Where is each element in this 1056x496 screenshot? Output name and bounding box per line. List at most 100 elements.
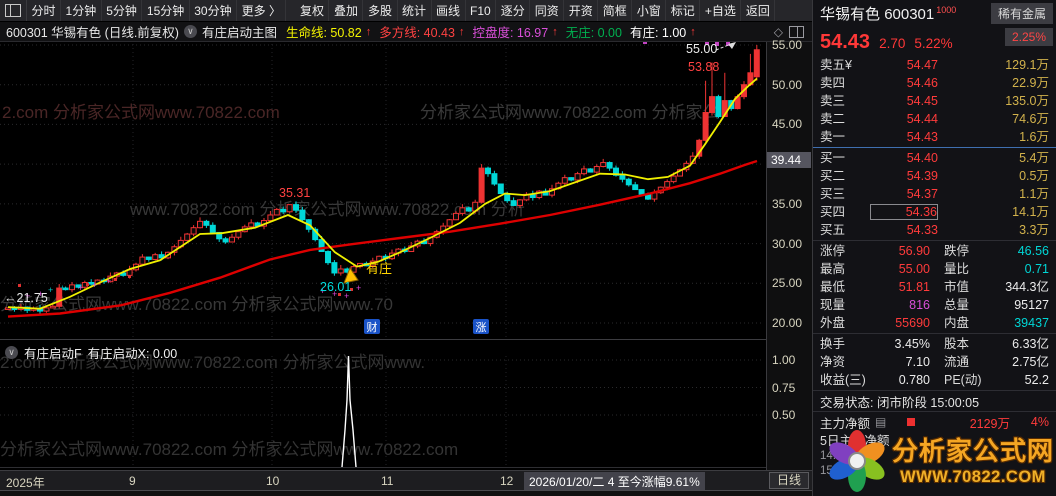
toolbar-item[interactable]: 统计 bbox=[398, 0, 432, 21]
stat-row: 最高 55.00 量比 0.71 bbox=[820, 261, 1049, 276]
stat-row: 外盘 55690 内盘 39437 bbox=[820, 315, 1049, 330]
book-level-row[interactable]: 卖五¥ 54.47 129.1万 bbox=[813, 56, 1056, 74]
toolbar-item[interactable]: 分时 bbox=[27, 0, 62, 21]
current-date-label: 2026/01/20/二 4 至今涨幅9.61% bbox=[524, 472, 705, 491]
toolbar-item[interactable]: 逐分 bbox=[496, 0, 531, 21]
toolbar-item[interactable]: 开资 bbox=[564, 0, 599, 21]
toolbar-item[interactable]: 30分钟 bbox=[190, 0, 238, 21]
event-badge[interactable]: 财 bbox=[364, 319, 380, 334]
sector-change-chip[interactable]: 2.25% bbox=[1004, 28, 1053, 46]
candlestick-chart[interactable]: 2.com 分析家公式网www.70822.com 分析家公式网www.70822… bbox=[0, 42, 766, 470]
event-badge[interactable]: 涨 bbox=[473, 319, 489, 334]
quote-stats-2: 换手 3.45% 股本 6.33亿 净资 7.10 流通 2.75亿 收益(三) 0.780 PE(… bbox=[813, 335, 1056, 389]
stock-tag: 1000 bbox=[936, 4, 957, 15]
app-window: 分时 1分钟 5分钟 15分钟 30分钟 更多 〉复权 叠加 多股 统计 画线 F10 逐分 同资 开资简… bbox=[0, 0, 1056, 496]
price-tick: 25.00 bbox=[772, 276, 803, 291]
time-axis[interactable]: 2025年 2026/01/20/二 4 至今涨幅9.61% 日线 9 10 11 1… bbox=[0, 470, 812, 491]
logo-line2: WWW.70822.COM bbox=[900, 468, 1046, 486]
svg-text:+: + bbox=[106, 276, 111, 286]
diamond-icon[interactable]: ◇ bbox=[774, 25, 783, 39]
stat-row: 换手 3.45% 股本 6.33亿 bbox=[820, 336, 1049, 351]
book-level-row[interactable]: 买二 54.39 0.5万 bbox=[813, 167, 1056, 185]
sub-tick: 0.75 bbox=[772, 380, 796, 395]
ask-levels: 卖五¥ 54.47 129.1万 卖四 54.46 22.9万 卖三 54.45 135.0万卖… bbox=[813, 56, 1056, 146]
axis-month-label: 12 bbox=[500, 474, 514, 488]
toolbar-item[interactable]: 1分钟 bbox=[61, 0, 102, 21]
main-indicator-name[interactable]: 有庄启动主图 bbox=[202, 22, 277, 41]
axis-price-marker: 39.44 bbox=[767, 152, 811, 168]
toolbar-item[interactable]: 更多 〉 bbox=[237, 0, 287, 21]
sector-chip[interactable]: 稀有金属 bbox=[990, 3, 1053, 24]
period-selector[interactable]: 日线 bbox=[769, 472, 810, 489]
toolbar-item[interactable]: 返回 bbox=[741, 0, 776, 21]
toolbar-item[interactable]: 同资 bbox=[530, 0, 565, 21]
price-tick: 55.00 bbox=[772, 38, 803, 53]
toolbar-item[interactable]: 简框 bbox=[598, 0, 633, 21]
header-tools: ◇ bbox=[774, 25, 804, 39]
toolbar-item[interactable]: 5分钟 bbox=[102, 0, 143, 21]
toolbar-item[interactable]: +自选 bbox=[700, 0, 742, 21]
chart-annotation: ←21.75 bbox=[4, 291, 48, 305]
book-level-row[interactable]: 卖二 54.44 74.6万 bbox=[813, 110, 1056, 128]
stat-row: 净资 7.10 流通 2.75亿 bbox=[820, 354, 1049, 369]
price-tick: 50.00 bbox=[772, 77, 803, 92]
book-divider bbox=[813, 147, 1056, 148]
toolbar-item[interactable]: 15分钟 bbox=[142, 0, 190, 21]
stat-row: 收益(三) 0.780 PE(动) 52.2 bbox=[820, 372, 1049, 387]
indicator-value: 生命线: 50.82 bbox=[285, 26, 362, 40]
axis-month-label: 11 bbox=[381, 474, 394, 488]
book-level-row[interactable]: 卖一 54.43 1.6万 bbox=[813, 128, 1056, 146]
toolbar-item[interactable]: F10 bbox=[466, 0, 497, 21]
book-level-row[interactable]: 卖三 54.45 135.0万 bbox=[813, 92, 1056, 110]
watermark: 分析家公式网www.70822.com 分析家公式网www.70822.com bbox=[0, 440, 458, 459]
window-layout-icon[interactable] bbox=[0, 0, 27, 21]
chart-annotation: 有庄 bbox=[366, 261, 392, 276]
axis-month-label: 10 bbox=[266, 474, 280, 488]
toolbar: 分时 1分钟 5分钟 15分钟 30分钟 更多 〉复权 叠加 多股 统计 画线 F10 逐分 同资 开资简… bbox=[0, 0, 812, 22]
indicator-value: 多方线: 40.43 bbox=[379, 26, 455, 40]
trend-line bbox=[7, 159, 758, 318]
watermark: www.70822.com 分析家公式网www.70822.com 分析 bbox=[129, 200, 525, 219]
stat-row: 最低 51.81 市值 344.3亿 bbox=[820, 279, 1049, 294]
split-view-icon[interactable] bbox=[789, 25, 804, 38]
watermark: 分析家公式网www.70822.com 分析家公 bbox=[420, 103, 719, 122]
toolbar-item[interactable]: 复权 bbox=[295, 0, 330, 21]
indicator-values: 生命线: 50.82 ↑ 多方线: 40.43 ↑ 控盘度: 16.97 ↑ 无庄: 0.0… bbox=[282, 22, 696, 41]
chevron-circle-icon[interactable]: ∨ bbox=[5, 346, 18, 359]
up-arrow-icon: ↑ bbox=[458, 25, 465, 38]
sub-tick: 1.00 bbox=[772, 353, 796, 367]
svg-text:涨: 涨 bbox=[476, 321, 487, 334]
stat-row: 现量 816 总量 95127 bbox=[820, 297, 1049, 312]
book-level-row[interactable]: 买五 54.33 3.3万 bbox=[813, 221, 1056, 239]
toolbar-item[interactable]: 画线 bbox=[432, 0, 466, 21]
signal-dot bbox=[643, 42, 647, 44]
svg-text:+: + bbox=[356, 283, 361, 293]
price-tick: 30.00 bbox=[772, 236, 803, 251]
chevron-circle-icon[interactable]: ∨ bbox=[183, 25, 197, 38]
book-level-row[interactable]: 卖四 54.46 22.9万 bbox=[813, 74, 1056, 92]
last-price: 54.43 bbox=[820, 31, 871, 53]
toolbar-item[interactable]: 小窗 bbox=[632, 0, 667, 21]
sub-indicator-name[interactable]: 有庄启动F bbox=[24, 343, 82, 362]
up-arrow-icon: ↑ bbox=[690, 25, 696, 38]
svg-text:财: 财 bbox=[367, 320, 378, 334]
svg-text:+: + bbox=[48, 285, 53, 295]
indicator-value: 有庄: 1.00 bbox=[629, 26, 687, 40]
price-axis[interactable]: 55.00 50.00 45.00 35.00 30.00 25.00 20.00 39.44… bbox=[766, 38, 812, 470]
price-tick: 45.00 bbox=[772, 117, 803, 132]
svg-text:+: + bbox=[60, 283, 65, 293]
toolbar-item[interactable]: 标记 bbox=[666, 0, 701, 21]
book-level-row[interactable]: 买三 54.37 1.1万 bbox=[813, 185, 1056, 203]
toolbar-item[interactable]: 多股 bbox=[363, 0, 398, 21]
chart-title: 600301 华锡有色 (日线.前复权) bbox=[6, 26, 179, 40]
site-logo: 分析家公式网 WWW.70822.COM bbox=[824, 424, 1054, 494]
price-tick: 35.00 bbox=[772, 196, 803, 211]
book-level-row[interactable]: 买四 54.36 14.1万 bbox=[813, 203, 1056, 221]
toolbar-item[interactable]: 叠加 bbox=[329, 0, 364, 21]
quote-stats: 涨停 56.90 跌停 46.56 最高 55.00 量比 0.71 最低 51.81 市值 344.… bbox=[813, 242, 1056, 332]
book-level-row[interactable]: 买一 54.40 5.4万 bbox=[813, 149, 1056, 167]
trade-status: 交易状态: 闭市阶段 15:00:05 bbox=[820, 395, 980, 410]
flower-logo-icon bbox=[829, 430, 885, 492]
stock-name-code: 华锡有色 600301 bbox=[820, 6, 935, 23]
price-change-pct: 5.22% bbox=[914, 36, 953, 51]
